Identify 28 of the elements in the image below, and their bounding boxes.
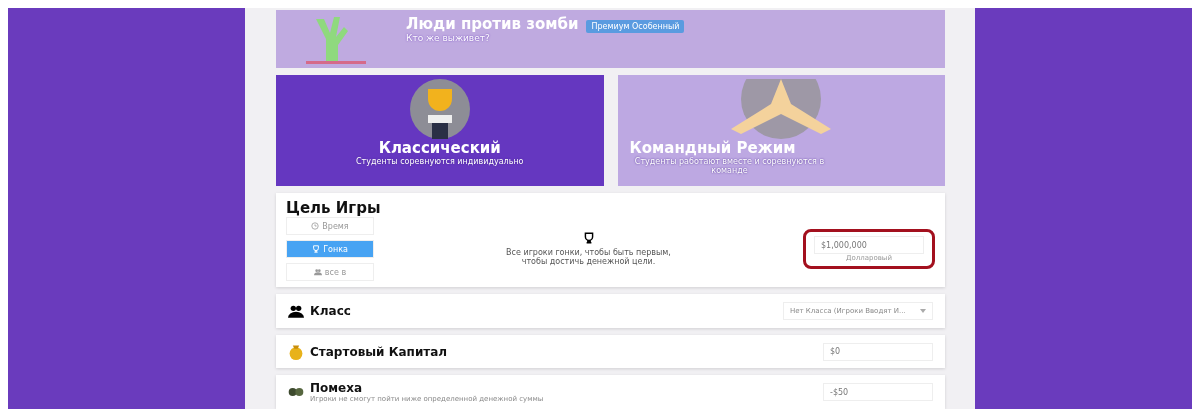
- goal-option[interactable]: Время: [286, 217, 374, 235]
- goal-option[interactable]: Гонка: [286, 240, 374, 258]
- goal-title: Цель Игры: [286, 199, 382, 217]
- mode-card[interactable]: Командный Режим Студенты работают вместе и соревнуются в команде: [617, 75, 945, 186]
- setting-title: Помеха: [310, 381, 364, 396]
- caret-icon: [920, 308, 926, 313]
- trophy-icon: [312, 245, 321, 253]
- trophy-icon: [582, 232, 595, 244]
- banner-subtitle: Кто же выживет?: [406, 33, 491, 43]
- trophy-drawing: [409, 79, 470, 139]
- amount-field[interactable]: $0: [823, 342, 933, 361]
- mode-title: Командный Режим: [629, 139, 797, 157]
- money-bag-icon: [288, 343, 304, 360]
- goal-amount-field[interactable]: $1,000,000: [814, 236, 924, 254]
- setting-title: Стартовый Капитал: [310, 344, 449, 359]
- clock-icon: [311, 222, 320, 230]
- setting-title: Класс: [310, 303, 352, 318]
- premium-badge: Премиум Особенный: [586, 20, 685, 33]
- banner-card[interactable]: Люди против зомби Премиум Особенный Кто же выживет?: [276, 10, 945, 68]
- amount-field[interactable]: -$50: [823, 383, 933, 402]
- people-icon: [313, 268, 322, 276]
- goal-option[interactable]: все в: [286, 263, 374, 281]
- banner-title: Люди против зомби: [406, 15, 579, 33]
- goal-description: Все игроки гонки, чтобы быть первым, чтобы достичь денежной цели.: [505, 248, 672, 266]
- mode-subtitle: Студенты работают вместе и соревнуются в команде: [633, 157, 826, 175]
- mode-subtitle: Студенты соревнуются индивидуально: [355, 157, 525, 166]
- mode-title: Классический: [378, 139, 501, 157]
- mode-card[interactable]: Классический Студенты соревнуются индивидуально: [276, 75, 604, 186]
